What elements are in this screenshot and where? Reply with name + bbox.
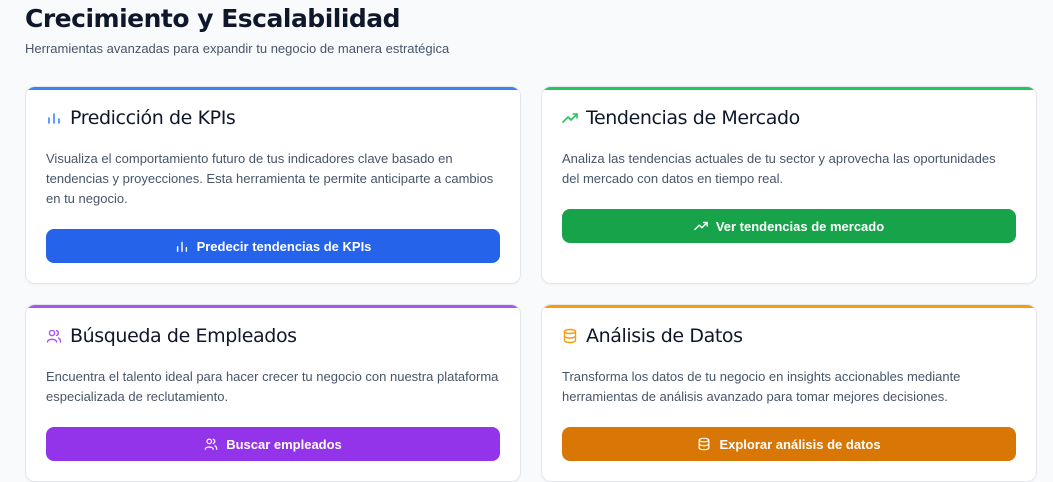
card-header: Búsqueda de Empleados xyxy=(46,325,297,347)
card-market-trends: Tendencias de Mercado Analiza las tenden… xyxy=(541,86,1037,284)
card-title: Búsqueda de Empleados xyxy=(70,325,297,347)
card-description: Transforma los datos de tu negocio en in… xyxy=(562,369,961,404)
card-accent-bar xyxy=(542,87,1036,90)
card-kpi-prediction: Predicción de KPIs Visualiza el comporta… xyxy=(25,86,521,284)
card-data-analysis: Análisis de Datos Transforma los datos d… xyxy=(541,304,1037,482)
card-title: Análisis de Datos xyxy=(586,325,743,347)
button-label: Buscar empleados xyxy=(226,436,342,452)
card-header: Análisis de Datos xyxy=(562,325,743,347)
card-description: Visualiza el comportamiento futuro de tu… xyxy=(46,151,494,206)
card-accent-bar xyxy=(26,305,520,308)
card-title: Tendencias de Mercado xyxy=(586,107,800,129)
predict-kpi-trends-button[interactable]: Predecir tendencias de KPIs xyxy=(46,229,500,263)
card-header: Tendencias de Mercado xyxy=(562,107,800,129)
card-description: Encuentra el talento ideal para hacer cr… xyxy=(46,369,499,404)
search-employees-button[interactable]: Buscar empleados xyxy=(46,427,500,461)
users-icon xyxy=(46,328,62,344)
database-icon xyxy=(697,437,711,451)
database-icon xyxy=(562,328,578,344)
card-title: Predicción de KPIs xyxy=(70,107,236,129)
trending-up-icon xyxy=(693,219,708,233)
users-icon xyxy=(204,437,218,451)
explore-data-analysis-button[interactable]: Explorar análisis de datos xyxy=(562,427,1016,461)
button-label: Predecir tendencias de KPIs xyxy=(196,238,372,254)
button-label: Explorar análisis de datos xyxy=(719,436,881,452)
page: Crecimiento y Escalabilidad Herramientas… xyxy=(0,0,1053,482)
card-accent-bar xyxy=(26,87,520,90)
card-header: Predicción de KPIs xyxy=(46,107,236,129)
card-employee-search: Búsqueda de Empleados Encuentra el talen… xyxy=(25,304,521,482)
bar-chart-icon xyxy=(175,239,189,253)
bar-chart-icon xyxy=(46,110,62,126)
card-accent-bar xyxy=(542,305,1036,308)
trending-up-icon xyxy=(562,110,578,126)
page-title: Crecimiento y Escalabilidad xyxy=(25,4,401,33)
button-label: Ver tendencias de mercado xyxy=(715,218,885,234)
card-description: Analiza las tendencias actuales de tu se… xyxy=(562,151,996,186)
page-subtitle: Herramientas avanzadas para expandir tu … xyxy=(25,41,450,56)
view-market-trends-button[interactable]: Ver tendencias de mercado xyxy=(562,209,1016,243)
